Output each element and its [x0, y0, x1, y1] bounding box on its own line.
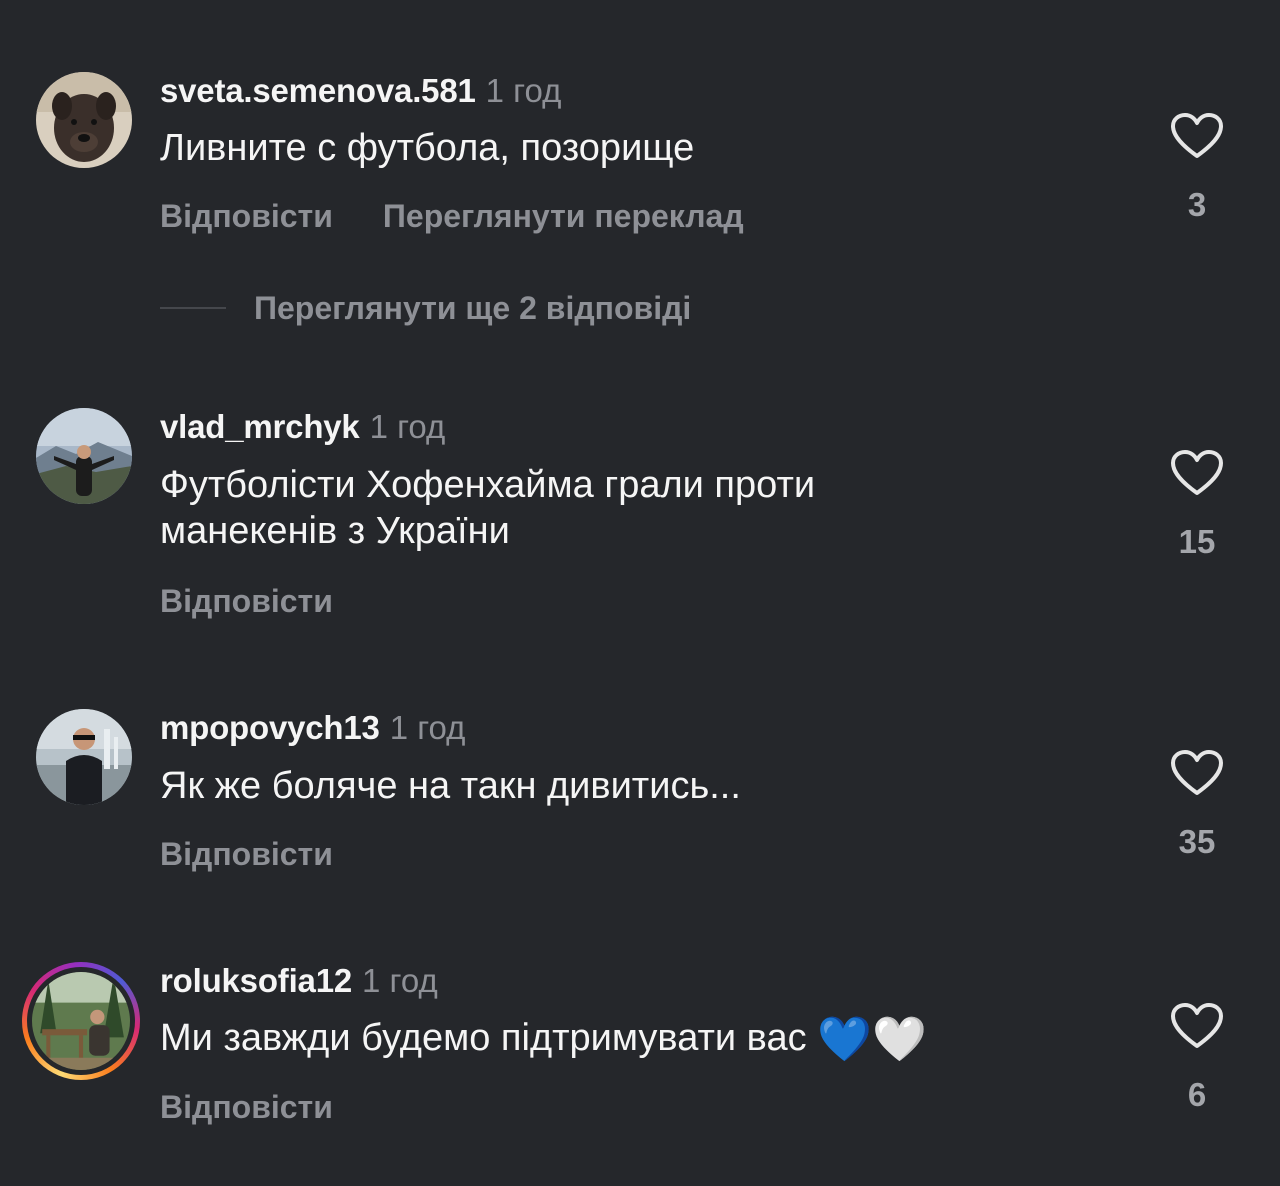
username-link[interactable]: vlad_mrchyk [160, 408, 360, 445]
comment-text: Ми завжди будемо підтримувати вас 💙🤍 [160, 1015, 1060, 1063]
comment-actions: Відповісти Переглянути переклад [160, 198, 744, 235]
comment-meta: roluksofia12 1 год [160, 962, 438, 1000]
comment-text-line: Футболісти Хофенхайма грали проти [160, 464, 816, 506]
like-count: 3 [1187, 186, 1207, 223]
like-button[interactable] [1170, 1002, 1224, 1050]
username-link[interactable]: sveta.semenova.581 [160, 72, 476, 109]
comment-time: 1 год [362, 962, 438, 999]
man-fountain-avatar-icon [36, 709, 132, 805]
username-link[interactable]: mpopovych13 [160, 709, 380, 746]
comments-list: sveta.semenova.581 1 год Ливните с футбол… [0, 0, 1280, 1186]
comment-time: 1 год [369, 408, 446, 445]
white-heart-emoji: 🤍 [871, 1015, 927, 1064]
heart-outline-icon [1171, 450, 1223, 495]
heart-outline-icon [1171, 113, 1223, 158]
comment-meta: vlad_mrchyk 1 год [160, 408, 445, 446]
avatar[interactable] [36, 408, 132, 504]
comment-actions: Відповісти [160, 583, 333, 620]
comment-actions: Відповісти [160, 1089, 333, 1126]
like-count: 35 [1178, 823, 1216, 860]
comment-actions: Відповісти [160, 836, 333, 873]
story-ring[interactable] [22, 962, 140, 1080]
heart-outline-icon [1171, 1003, 1223, 1048]
heart-outline-icon [1171, 750, 1223, 795]
like-count: 15 [1178, 523, 1216, 560]
comment-time: 1 год [485, 72, 562, 109]
comment-meta: mpopovych13 1 год [160, 709, 465, 747]
comment-text: Як же боляче на такн дивитись... [160, 765, 741, 807]
blue-heart-emoji: 💙 [817, 1015, 872, 1064]
like-button[interactable] [1170, 449, 1224, 497]
reply-button[interactable]: Відповісти [160, 583, 333, 619]
reply-button[interactable]: Відповісти [160, 1089, 333, 1125]
comment-text-line: манекенів з України [160, 510, 510, 552]
like-button[interactable] [1170, 112, 1224, 160]
view-translation-button[interactable]: Переглянути переклад [383, 198, 744, 234]
forest-person-avatar-icon [32, 972, 130, 1070]
reply-button[interactable]: Відповісти [160, 198, 333, 234]
comment-text: Ливните с футбола, позорище [160, 127, 695, 169]
comment-meta: sveta.semenova.581 1 год [160, 72, 561, 110]
like-button[interactable] [1170, 749, 1224, 797]
avatar [32, 972, 130, 1070]
username-link[interactable]: roluksofia12 [160, 962, 352, 999]
avatar[interactable] [36, 72, 132, 168]
avatar[interactable] [36, 709, 132, 805]
like-count: 6 [1187, 1076, 1207, 1113]
dog-photo-avatar-icon [36, 72, 132, 168]
comment-text-body: Ми завжди будемо підтримувати вас [160, 1017, 807, 1059]
replies-divider [160, 307, 226, 309]
view-replies-button[interactable]: Переглянути ще 2 відповіді [160, 285, 691, 331]
view-replies-label: Переглянути ще 2 відповіді [254, 289, 692, 326]
comment-text: Футболісти Хофенхайма грали проти манеке… [160, 462, 1060, 554]
mountain-person-avatar-icon [36, 408, 132, 504]
comment-time: 1 год [389, 709, 466, 746]
reply-button[interactable]: Відповісти [160, 836, 333, 872]
